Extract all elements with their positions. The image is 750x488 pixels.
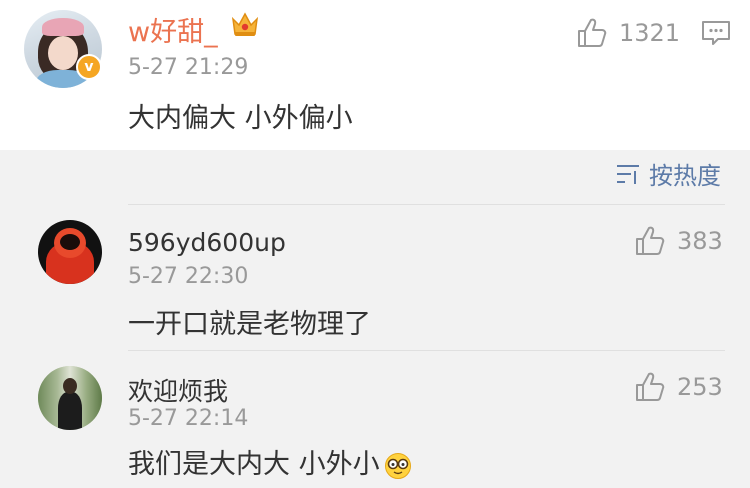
crown-badge-icon[interactable] bbox=[230, 10, 260, 38]
glasses-face-emoji bbox=[384, 452, 411, 479]
comment-text: 我们是大内大 小外小 bbox=[128, 442, 412, 481]
like-button[interactable]: 1321 bbox=[575, 16, 680, 50]
comment-text-content: 我们是大内大 小外小 bbox=[128, 449, 380, 480]
comment-text: 一开口就是老物理了 bbox=[128, 309, 371, 340]
comment-icon[interactable] bbox=[700, 18, 732, 48]
timestamp: 5-27 21:29 bbox=[128, 55, 249, 80]
timestamp: 5-27 22:14 bbox=[128, 406, 249, 431]
divider bbox=[128, 350, 725, 351]
sort-by-hotness[interactable]: 按热度 bbox=[615, 156, 721, 191]
like-button[interactable]: 253 bbox=[633, 370, 723, 404]
thumbs-up-icon bbox=[636, 372, 665, 401]
username[interactable]: w好甜_ bbox=[128, 10, 218, 49]
like-count: 383 bbox=[677, 227, 723, 255]
thumbs-up-icon bbox=[578, 18, 607, 47]
username[interactable]: 596yd600up bbox=[128, 228, 286, 257]
timestamp: 5-27 22:30 bbox=[128, 264, 249, 289]
thumbs-up-icon bbox=[636, 226, 665, 255]
like-count: 253 bbox=[677, 373, 723, 401]
username[interactable]: 欢迎烦我 bbox=[128, 372, 228, 408]
sort-icon bbox=[617, 164, 639, 184]
like-count: 1321 bbox=[619, 19, 681, 47]
like-button[interactable]: 383 bbox=[633, 224, 723, 258]
divider bbox=[128, 204, 725, 205]
sort-label: 按热度 bbox=[649, 162, 721, 190]
main-comment: v w好甜_ 5-27 21:29 大内偏大 小外偏小 1321 bbox=[0, 0, 750, 150]
avatar[interactable] bbox=[38, 220, 102, 284]
comment-text: 大内偏大 小外偏小 bbox=[128, 103, 353, 134]
verified-icon: v bbox=[76, 54, 102, 80]
avatar[interactable] bbox=[38, 366, 102, 430]
